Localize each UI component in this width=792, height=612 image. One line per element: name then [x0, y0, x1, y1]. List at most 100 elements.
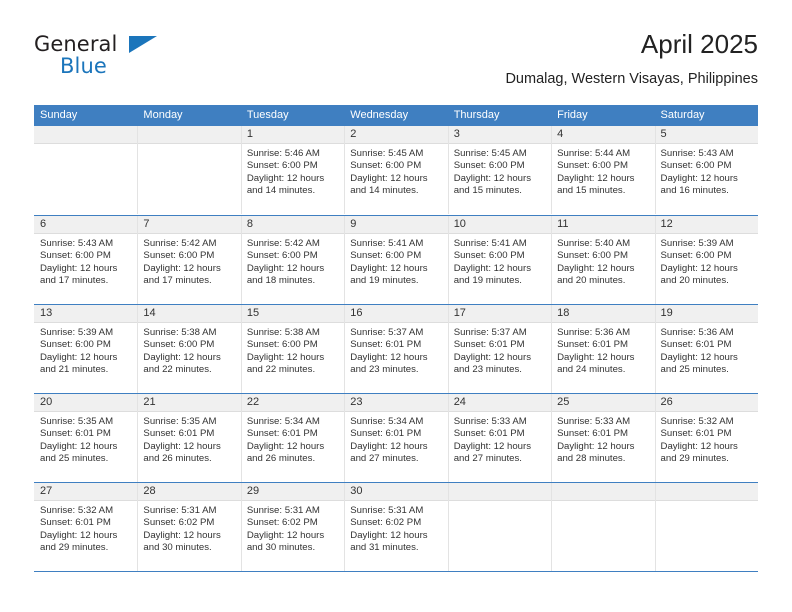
day-number: 18: [557, 307, 570, 319]
sunset-text: Sunset: 6:00 PM: [350, 160, 422, 172]
daylight-text-line1: Daylight: 12 hours: [246, 440, 325, 452]
calendar-day-cell[interactable]: 19 Sunrise: 5:36 AM Sunset: 6:01 PM Dayligh…: [654, 305, 758, 393]
daylight-text-line2: and 20 minutes.: [660, 275, 729, 287]
calendar-day-cell[interactable]: 7 Sunrise: 5:42 AM Sunset: 6:00 PM Daylight…: [137, 216, 241, 304]
calendar-page: General Blue April 2025 Dumalag, Western…: [0, 0, 792, 612]
calendar-day-cell[interactable]: 9 Sunrise: 5:41 AM Sunset: 6:00 PM Daylight…: [344, 216, 448, 304]
daylight-text-line1: Daylight: 12 hours: [660, 262, 738, 274]
day-number-band: [447, 483, 552, 501]
calendar-day-cell[interactable]: 27 Sunrise: 5:32 AM Sunset: 6:01 PM Dayligh…: [34, 483, 138, 571]
day-number: 10: [453, 218, 466, 230]
calendar-day-cell[interactable]: 26 Sunrise: 5:32 AM Sunset: 6:01 PM Dayligh…: [654, 394, 758, 482]
column-divider: [137, 305, 139, 393]
column-divider: [447, 483, 449, 571]
day-number: 6: [40, 218, 47, 230]
daylight-text-line1: Daylight: 12 hours: [40, 529, 118, 541]
calendar-day-cell[interactable]: 24 Sunrise: 5:33 AM Sunset: 6:01 PM Dayligh…: [447, 394, 552, 482]
calendar-day-cell[interactable]: 13 Sunrise: 5:39 AM Sunset: 6:00 PM Dayligh…: [34, 305, 138, 393]
column-divider: [137, 216, 139, 304]
sunrise-text: Sunrise: 5:31 AM: [143, 505, 217, 516]
calendar-day-cell[interactable]: 10 Sunrise: 5:41 AM Sunset: 6:00 PM Dayligh…: [447, 216, 552, 304]
sunset-text: Sunset: 6:00 PM: [660, 250, 732, 262]
calendar-day-cell[interactable]: 25 Sunrise: 5:33 AM Sunset: 6:01 PM Dayligh…: [551, 394, 655, 482]
daylight-text-line2: and 27 minutes.: [453, 453, 522, 465]
calendar-day-cell[interactable]: 23 Sunrise: 5:34 AM Sunset: 6:01 PM Dayligh…: [344, 394, 448, 482]
day-number-band: 15: [240, 305, 345, 323]
day-info: Sunrise: 5:34 AM Sunset: 6:01 PM Daylight:…: [241, 412, 344, 466]
calendar-day-cell[interactable]: 14 Sunrise: 5:38 AM Sunset: 6:00 PM Dayligh…: [137, 305, 241, 393]
daylight-text-line1: Daylight: 12 hours: [246, 172, 325, 184]
weekday-header-wednesday: Wednesday: [350, 109, 409, 121]
calendar-day-cell[interactable]: 30 Sunrise: 5:31 AM Sunset: 6:02 PM Dayligh…: [344, 483, 448, 571]
daylight-text-line1: Daylight: 12 hours: [143, 529, 221, 541]
sunrise-text: Sunrise: 5:32 AM: [40, 505, 114, 516]
daylight-text-line2: and 27 minutes.: [350, 453, 419, 465]
calendar-day-cell[interactable]: 8 Sunrise: 5:42 AM Sunset: 6:00 PM Daylight…: [240, 216, 345, 304]
daylight-text-line1: Daylight: 12 hours: [350, 351, 428, 363]
page-title: April 2025: [640, 29, 758, 59]
day-number-band: 6: [34, 216, 138, 234]
calendar-day-cell[interactable]: 16 Sunrise: 5:37 AM Sunset: 6:01 PM Dayligh…: [344, 305, 448, 393]
day-info: Sunrise: 5:39 AM Sunset: 6:00 PM Daylight:…: [34, 323, 137, 377]
sunset-text: Sunset: 6:01 PM: [350, 339, 422, 351]
calendar-weeks: 1 Sunrise: 5:46 AM Sunset: 6:00 PM Daylight…: [34, 126, 758, 571]
sunrise-text: Sunrise: 5:37 AM: [453, 327, 527, 338]
calendar-day-cell[interactable]: 6 Sunrise: 5:43 AM Sunset: 6:00 PM Daylight…: [34, 216, 138, 304]
day-info: Sunrise: 5:38 AM Sunset: 6:00 PM Daylight:…: [137, 323, 240, 377]
day-info: Sunrise: 5:44 AM Sunset: 6:00 PM Daylight:…: [551, 144, 654, 198]
column-divider: [344, 216, 346, 304]
calendar-day-cell[interactable]: 1 Sunrise: 5:46 AM Sunset: 6:00 PM Daylight…: [240, 126, 345, 214]
day-number: 4: [557, 128, 564, 140]
sunrise-text: Sunrise: 5:38 AM: [246, 327, 320, 338]
calendar-day-cell[interactable]: 4 Sunrise: 5:44 AM Sunset: 6:00 PM Daylight…: [551, 126, 655, 214]
day-number-band: 13: [34, 305, 138, 323]
weekday-header-monday: Monday: [143, 109, 183, 121]
day-info: Sunrise: 5:45 AM Sunset: 6:00 PM Daylight:…: [448, 144, 551, 198]
sunrise-text: Sunrise: 5:39 AM: [40, 327, 114, 338]
column-divider: [344, 305, 346, 393]
day-number: 28: [143, 485, 156, 497]
daylight-text-line1: Daylight: 12 hours: [40, 351, 118, 363]
column-divider: [551, 126, 553, 214]
page-subtitle: Dumalag, Western Visayas, Philippines: [505, 71, 758, 87]
calendar-day-cell[interactable]: 20 Sunrise: 5:35 AM Sunset: 6:01 PM Dayligh…: [34, 394, 138, 482]
calendar-day-cell[interactable]: 17 Sunrise: 5:37 AM Sunset: 6:01 PM Dayligh…: [447, 305, 552, 393]
day-info: Sunrise: 5:31 AM Sunset: 6:02 PM Daylight:…: [241, 501, 344, 555]
day-number: 7: [143, 218, 150, 230]
day-number-band: 4: [551, 126, 655, 144]
calendar-day-cell[interactable]: 2 Sunrise: 5:45 AM Sunset: 6:00 PM Daylight…: [344, 126, 448, 214]
sunset-text: Sunset: 6:00 PM: [350, 250, 422, 262]
day-info: Sunrise: 5:33 AM Sunset: 6:01 PM Daylight:…: [448, 412, 551, 466]
day-number: 11: [557, 218, 569, 230]
day-info: Sunrise: 5:35 AM Sunset: 6:01 PM Daylight:…: [34, 412, 137, 466]
daylight-text-line2: and 29 minutes.: [40, 542, 109, 554]
calendar-day-cell[interactable]: 28 Sunrise: 5:31 AM Sunset: 6:02 PM Dayligh…: [137, 483, 241, 571]
daylight-text-line2: and 30 minutes.: [143, 542, 212, 554]
calendar-day-cell[interactable]: 22 Sunrise: 5:34 AM Sunset: 6:01 PM Dayligh…: [240, 394, 345, 482]
daylight-text-line1: Daylight: 12 hours: [453, 172, 532, 184]
daylight-text-line2: and 22 minutes.: [143, 364, 212, 376]
daylight-text-line2: and 17 minutes.: [40, 275, 109, 287]
sunrise-text: Sunrise: 5:42 AM: [246, 238, 320, 249]
brand-logo[interactable]: General Blue: [34, 32, 254, 84]
calendar-day-cell[interactable]: 3 Sunrise: 5:45 AM Sunset: 6:00 PM Daylight…: [447, 126, 552, 214]
daylight-text-line2: and 22 minutes.: [246, 364, 316, 376]
sunset-text: Sunset: 6:01 PM: [453, 428, 525, 440]
calendar-day-cell[interactable]: 18 Sunrise: 5:36 AM Sunset: 6:01 PM Dayligh…: [551, 305, 655, 393]
sunrise-text: Sunrise: 5:37 AM: [350, 327, 424, 338]
calendar-day-cell[interactable]: 15 Sunrise: 5:38 AM Sunset: 6:00 PM Dayligh…: [240, 305, 345, 393]
calendar-day-cell[interactable]: 12 Sunrise: 5:39 AM Sunset: 6:00 PM Dayligh…: [654, 216, 758, 304]
calendar-day-cell[interactable]: 5 Sunrise: 5:43 AM Sunset: 6:00 PM Daylight…: [654, 126, 758, 214]
calendar-day-cell[interactable]: 29 Sunrise: 5:31 AM Sunset: 6:02 PM Dayligh…: [240, 483, 345, 571]
calendar-day-cell[interactable]: 11 Sunrise: 5:40 AM Sunset: 6:00 PM Dayligh…: [551, 216, 655, 304]
day-number: 23: [350, 396, 363, 408]
calendar-day-cell[interactable]: 21 Sunrise: 5:35 AM Sunset: 6:01 PM Dayligh…: [137, 394, 241, 482]
day-info: Sunrise: 5:38 AM Sunset: 6:00 PM Daylight:…: [241, 323, 344, 377]
sunset-text: Sunset: 6:01 PM: [557, 339, 629, 351]
sunrise-text: Sunrise: 5:41 AM: [350, 238, 424, 249]
day-number: 2: [350, 128, 357, 140]
day-number: 22: [246, 396, 260, 408]
sunset-text: Sunset: 6:01 PM: [660, 428, 732, 440]
day-number-band: 7: [137, 216, 241, 234]
day-number: 21: [143, 396, 156, 408]
